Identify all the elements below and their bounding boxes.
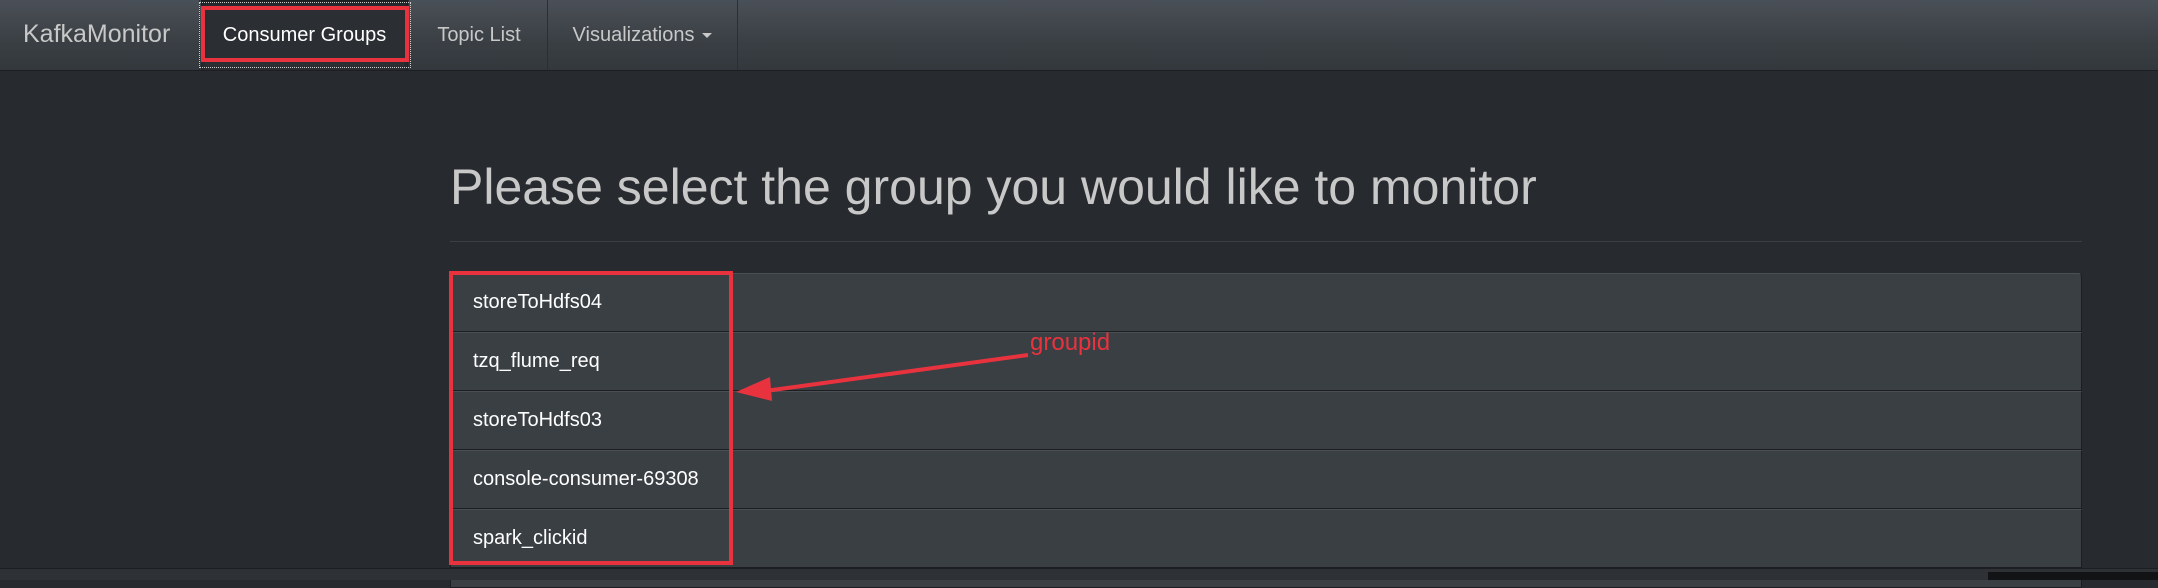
nav-consumer-groups-label: Consumer Groups [222, 24, 387, 46]
list-item[interactable]: console-consumer-69308 [450, 450, 2082, 509]
nav-consumer-groups[interactable]: Consumer Groups [201, 0, 409, 70]
list-item[interactable]: spark_clickid [450, 509, 2082, 568]
top-navbar: KafkaMonitor Consumer Groups Topic List … [0, 0, 2158, 71]
page-title: Please select the group you would like t… [450, 159, 1537, 215]
list-item[interactable]: tzq_flume_req [450, 332, 2082, 391]
horizontal-scrollbar[interactable] [0, 568, 2158, 580]
nav-topic-list[interactable]: Topic List [411, 0, 548, 70]
consumer-group-list: storeToHdfs04 tzq_flume_req storeToHdfs0… [450, 273, 2082, 588]
list-item[interactable]: storeToHdfs03 [450, 391, 2082, 450]
scrollbar-corner [1988, 572, 2158, 580]
caret-down-icon [702, 33, 713, 39]
nav-visualizations-dropdown[interactable]: Visualizations [548, 0, 738, 70]
nav-topic-list-label: Topic List [437, 24, 521, 46]
list-item[interactable]: storeToHdfs04 [450, 273, 2082, 332]
nav-visualizations-label: Visualizations [572, 24, 695, 46]
nav-divider [199, 0, 200, 70]
title-divider [450, 241, 2082, 242]
brand-link[interactable]: KafkaMonitor [23, 20, 170, 48]
annotation-label: groupid [1030, 329, 1111, 356]
